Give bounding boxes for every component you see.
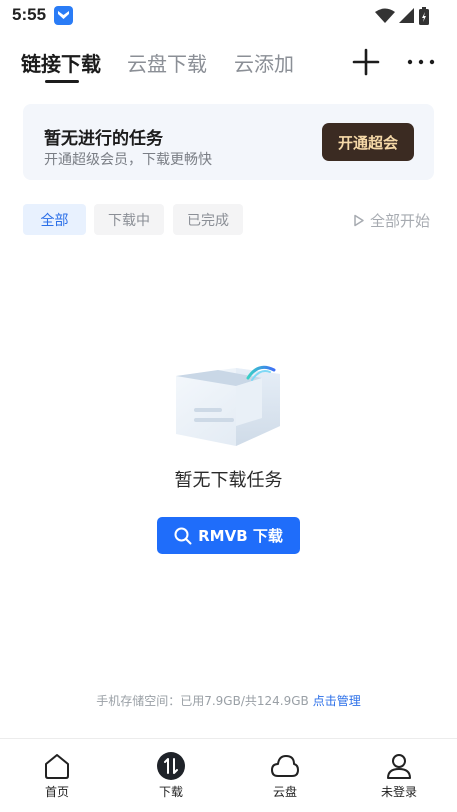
nav-cloud-label: 云盘 [272,785,297,799]
plus-icon [352,48,380,76]
start-all-button[interactable]: 全部开始 [353,210,430,231]
nav-profile-label: 未登录 [380,785,417,799]
start-all-label: 全部开始 [370,212,431,230]
more-dots-icon [407,59,435,65]
bottom-nav: 首页 下载 云盘 未登录 [0,738,457,812]
status-time: 5:55 [12,5,47,24]
vip-promo-card: 暂无进行的任务 开通超级会员，下载更畅快 开通超会 [23,104,434,180]
wifi-icon [375,8,395,23]
filter-completed[interactable]: 已完成 [173,204,243,235]
status-icons [375,7,429,25]
app-notification-icon [54,6,73,25]
filter-all[interactable]: 全部 [23,204,86,235]
signal-icon [399,8,414,23]
nav-home[interactable]: 首页 [17,751,97,800]
nav-home-label: 首页 [44,785,69,799]
promo-title: 暂无进行的任务 [44,129,163,149]
tab-link-download[interactable]: 链接下载 [21,48,101,77]
empty-box-illustration [170,360,288,450]
cloud-icon [271,755,299,777]
download-icon [157,752,185,780]
more-button[interactable] [406,54,436,68]
filter-downloading[interactable]: 下载中 [94,204,164,235]
active-tab-indicator [45,80,79,83]
open-super-vip-button[interactable]: 开通超会 [322,123,414,161]
add-task-button[interactable] [352,48,380,76]
search-download-label: RMVB 下载 [198,527,283,545]
manage-storage-link[interactable]: 点击管理 [313,694,361,708]
tab-cloud-download[interactable]: 云盘下载 [127,48,207,77]
battery-icon [419,7,429,25]
storage-info: 手机存储空间：已用7.9GB/共124.9GB 点击管理 [0,692,457,709]
search-icon [174,527,192,544]
empty-state-text: 暂无下载任务 [174,470,283,491]
nav-download[interactable]: 下载 [131,751,211,800]
nav-download-label: 下载 [158,785,183,799]
promo-subtitle: 开通超级会员，下载更畅快 [44,152,212,168]
tab-cloud-add[interactable]: 云添加 [234,48,294,77]
nav-cloud[interactable]: 云盘 [245,751,325,800]
home-icon [45,754,69,779]
storage-usage-text: 手机存储空间：已用7.9GB/共124.9GB [96,694,309,708]
status-bar: 5:55 [0,0,457,32]
play-icon [354,214,364,227]
search-download-button[interactable]: RMVB 下载 [157,517,300,554]
user-icon [387,754,411,779]
nav-profile[interactable]: 未登录 [359,751,439,800]
